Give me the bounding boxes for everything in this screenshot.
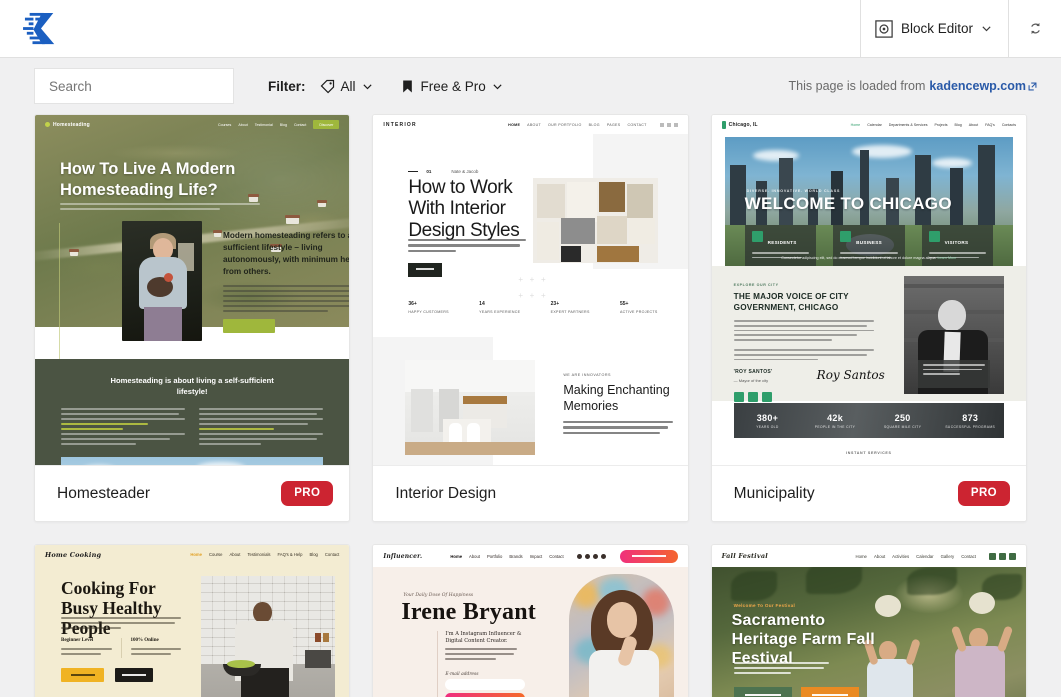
template-preview: Home Cooking Home Course About Testimoni… (35, 545, 350, 697)
source-notice: This page is loaded from kadencewp.com (789, 79, 1037, 93)
template-grid: Homesteading Courses About Testimonial B… (0, 114, 1061, 697)
stat-item: 873 SUCCESSFUL PROGRAMS (945, 412, 996, 429)
card-title: Interior Design (395, 484, 497, 502)
preview-brand: Fall Festival (721, 552, 768, 560)
preview-secondary-button (800, 687, 859, 697)
filter-plan-label: Free & Pro (420, 78, 486, 94)
editor-switcher[interactable]: Block Editor (859, 0, 1008, 58)
template-preview: Homesteading Courses About Testimonial B… (35, 115, 350, 466)
editor-switcher-label: Block Editor (900, 21, 973, 36)
template-preview: Chicago, IL Home Calendar Departments & … (711, 115, 1026, 466)
card-title: Municipality (733, 484, 815, 502)
preview-headline: How To Live A Modern Homesteading Life? (60, 160, 236, 199)
preview-brand: INTERIOR (383, 121, 417, 128)
filter-label: Filter: (268, 78, 306, 94)
bookmark-icon (402, 80, 412, 92)
stat-item: 14 YEARS EXPERIENCE (479, 301, 521, 314)
preview-body-heading: Modern homesteading refers to a self-suf… (223, 231, 350, 276)
pro-badge: PRO (281, 480, 334, 507)
app-header: Block Editor (0, 0, 1061, 58)
stat-item: 42k PEOPLE IN THE CITY (814, 412, 856, 429)
preview-hero: Welcome To Our Festival Sacramento Herit… (711, 567, 1026, 697)
template-card[interactable]: Fall Festival Home About Activities Cale… (710, 544, 1027, 697)
stat-item: 23+ EXPERT PARTNERS (550, 301, 590, 314)
stat-item: 250 SQUARE MILE CITY (883, 412, 922, 429)
card-footer: Homesteader PRO (35, 466, 350, 521)
template-card[interactable]: Chicago, IL Home Calendar Departments & … (710, 114, 1027, 522)
card-footer: Municipality PRO (711, 466, 1026, 521)
source-notice-link[interactable]: kadencewp.com (929, 79, 1037, 93)
preview-dark-heading: Homesteading is about living a self-suff… (110, 376, 274, 397)
external-link-icon (1028, 82, 1037, 91)
preview-headline: Sacramento Heritage Farm Fall Festival (731, 612, 875, 668)
preview-hero: DIVERSE. INNOVATIVE. WORLD CLASS WELCOME… (724, 137, 1013, 266)
filter-category-label: All (340, 78, 356, 94)
search-input[interactable] (49, 78, 226, 94)
preview-primary-button (61, 668, 104, 682)
stat-item: 55+ ACTIVE PROJECTS (619, 301, 658, 314)
preview-subscribe-button (445, 693, 526, 697)
template-preview: Influencer. Home About Portfolio Brands … (373, 545, 688, 697)
template-card[interactable]: INTERIOR HOME ABOUT OUR PORTFOLIO BLOG P… (372, 114, 689, 522)
preview-email-field (445, 679, 526, 690)
preview-brand: Influencer. (383, 552, 423, 560)
preview-headline: How to Work With Interior Design Styles (408, 177, 520, 241)
filter-toolbar: Filter: All Free & Pro This page is load… (0, 58, 1061, 114)
preview-brand: Home Cooking (45, 550, 102, 559)
template-preview: INTERIOR HOME ABOUT OUR PORTFOLIO BLOG P… (373, 115, 688, 466)
refresh-sync-icon (1030, 22, 1040, 35)
stat-item: 36+ HAPPY CUSTOMERS (408, 301, 449, 314)
reload-button[interactable] (1008, 0, 1061, 58)
chevron-down-icon (982, 26, 991, 32)
preview-secondary-button (115, 668, 153, 682)
pro-badge: PRO (957, 480, 1010, 507)
kadence-logo-icon[interactable] (22, 12, 60, 46)
template-card[interactable]: Influencer. Home About Portfolio Brands … (372, 544, 689, 697)
preview-brand: Homesteading (53, 121, 90, 128)
chevron-down-icon (493, 83, 502, 89)
template-card[interactable]: Home Cooking Home Course About Testimoni… (34, 544, 351, 697)
preview-headline: WELCOME TO CHICAGO (744, 194, 952, 213)
template-preview: Fall Festival Home About Activities Cale… (711, 545, 1026, 697)
search-box[interactable] (34, 68, 234, 104)
header-actions: Block Editor (859, 0, 1061, 58)
tag-icon (320, 79, 334, 93)
stat-item: 380+ YEARS OLD (756, 412, 779, 429)
filter-category-dropdown[interactable]: All (320, 79, 373, 94)
preview-primary-button (733, 687, 792, 697)
chevron-down-icon (362, 83, 372, 89)
wordpress-block-icon (875, 19, 893, 38)
preview-brand: Chicago, IL (728, 121, 758, 128)
source-notice-text: This page is loaded from (788, 79, 926, 93)
preview-headline: Irene Bryant (401, 599, 536, 625)
template-card[interactable]: Homesteading Courses About Testimonial B… (34, 114, 351, 522)
card-footer: Interior Design (373, 466, 688, 521)
card-title: Homesteader (57, 484, 151, 502)
filter-plan-dropdown[interactable]: Free & Pro (400, 79, 503, 94)
